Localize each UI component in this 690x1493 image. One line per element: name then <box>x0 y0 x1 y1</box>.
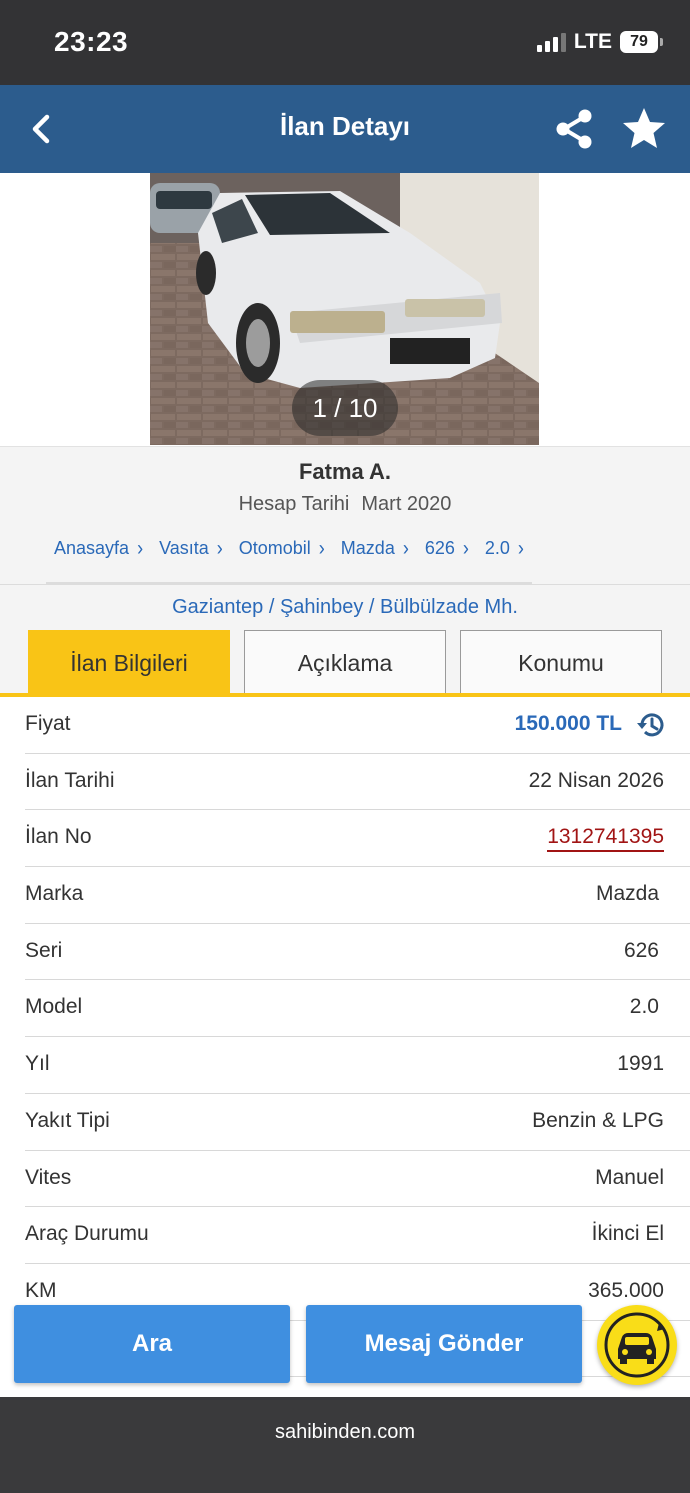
detail-label: Seri <box>25 938 63 962</box>
detail-value: Manuel <box>595 1165 664 1189</box>
breadcrumb-item-626[interactable]: 626 › <box>416 535 477 584</box>
chevron-right-icon: › <box>462 535 469 560</box>
signal-icon <box>536 32 566 52</box>
chevron-right-icon: › <box>402 535 409 560</box>
browser-footer: sahibinden.com <box>0 1397 690 1493</box>
detail-label: İlan Tarihi <box>25 768 115 792</box>
detail-value: 365.000 <box>588 1278 664 1302</box>
site-domain: sahibinden.com <box>274 1421 416 1443</box>
detail-value: İkinci El <box>591 1222 664 1246</box>
detail-row-price: Fiyat 150.000 TL <box>25 697 690 754</box>
detail-label: Marka <box>25 882 84 906</box>
detail-label: Vites <box>25 1165 72 1189</box>
chevron-right-icon: › <box>517 535 524 560</box>
star-icon <box>623 108 665 148</box>
detail-row-date: İlan Tarihi 22 Nisan 2026 <box>25 754 690 811</box>
photo-gallery[interactable]: 1 / 10 <box>0 173 690 446</box>
car-icon <box>604 1312 670 1378</box>
tab-aciklama[interactable]: Açıklama <box>244 630 446 696</box>
detail-row-brand: Marka Mazda <box>25 867 690 924</box>
app-header: İlan Detayı <box>0 85 690 173</box>
chevron-right-icon: › <box>318 535 325 560</box>
detail-value: 1991 <box>617 1052 664 1076</box>
detail-row-year: Yıl 1991 <box>25 1037 690 1094</box>
breadcrumb-item-2-0[interactable]: 2.0 › <box>476 535 532 584</box>
status-bar: 23:23 LTE 79 <box>0 0 690 85</box>
listing-details: Fiyat 150.000 TL İlan Tarihi 22 Nisan 20… <box>0 697 690 1397</box>
call-button[interactable]: Ara <box>14 1305 290 1383</box>
tab-bar: İlan Bilgileri Açıklama Konumu <box>0 628 690 698</box>
breadcrumb-label: Vasıta <box>159 538 209 558</box>
breadcrumb-label: 2.0 <box>484 538 510 558</box>
tab-konumu[interactable]: Konumu <box>460 630 662 696</box>
breadcrumb-label: Mazda <box>340 538 395 558</box>
breadcrumb-label: Anasayfa <box>54 538 130 558</box>
ad-number-link[interactable]: 1312741395 <box>547 825 664 853</box>
detail-row-fuel: Yakıt Tipi Benzin & LPG <box>25 1094 690 1151</box>
detail-label: Yıl <box>25 1052 50 1076</box>
detail-label: Araç Durumu <box>25 1222 149 1246</box>
detail-value: 2.0 <box>629 995 659 1019</box>
listing-location[interactable]: Gaziantep / Şahinbey / Bülbülzade Mh. <box>0 584 690 628</box>
detail-label: KM <box>25 1278 57 1302</box>
detail-row-ad-no: İlan No 1312741395 <box>25 810 690 868</box>
detail-label: Yakıt Tipi <box>25 1108 110 1132</box>
breadcrumb-item-vasita[interactable]: Vasıta › <box>151 535 231 584</box>
detail-label: İlan No <box>25 825 92 849</box>
breadcrumb-label: 626 <box>424 538 455 558</box>
detail-row-condition: Araç Durumu İkinci El <box>25 1207 690 1264</box>
detail-value: Mazda <box>595 882 659 906</box>
breadcrumb: Anasayfa › Vasıta › Otomobil › Mazda › 626 › … <box>0 535 690 584</box>
breadcrumb-item-otomobil[interactable]: Otomobil › <box>230 535 333 584</box>
price-value: 150.000 TL <box>514 712 622 735</box>
status-indicators: LTE 79 <box>536 30 663 54</box>
favorite-button[interactable] <box>620 105 668 153</box>
account-date-label: Hesap Tarihi <box>238 493 350 515</box>
detail-label: Fiyat <box>25 712 71 735</box>
photo-counter: 1 / 10 <box>292 380 398 436</box>
tab-ilan-bilgileri[interactable]: İlan Bilgileri <box>28 630 230 696</box>
share-button[interactable] <box>552 107 596 151</box>
detail-row-model: Model 2.0 <box>25 980 690 1038</box>
breadcrumb-item-mazda[interactable]: Mazda › <box>332 535 417 584</box>
detail-label: Model <box>25 995 83 1019</box>
chevron-right-icon: › <box>216 535 223 560</box>
seller-name[interactable]: Fatma A. <box>0 459 690 485</box>
breadcrumb-label: Otomobil <box>238 538 311 558</box>
seller-account-date: Hesap Tarihi Mart 2020 <box>0 493 690 516</box>
car-assistant-button[interactable] <box>597 1305 677 1385</box>
detail-value: 626 <box>623 938 659 962</box>
status-time: 23:23 <box>54 26 129 57</box>
detail-row-gear: Vites Manuel <box>25 1151 690 1208</box>
share-icon <box>556 109 592 149</box>
send-message-button[interactable]: Mesaj Gönder <box>306 1305 582 1383</box>
detail-value: 22 Nisan 2026 <box>528 768 664 792</box>
account-date-value: Mart 2020 <box>361 493 452 515</box>
detail-row-series: Seri 626 <box>25 924 690 981</box>
detail-value: Benzin & LPG <box>532 1108 664 1132</box>
price-history-icon[interactable] <box>636 710 666 740</box>
chevron-right-icon: › <box>137 535 144 560</box>
battery-icon: 79 <box>620 31 663 53</box>
network-type: LTE <box>573 30 612 53</box>
breadcrumb-item-anasayfa[interactable]: Anasayfa › <box>46 535 152 584</box>
